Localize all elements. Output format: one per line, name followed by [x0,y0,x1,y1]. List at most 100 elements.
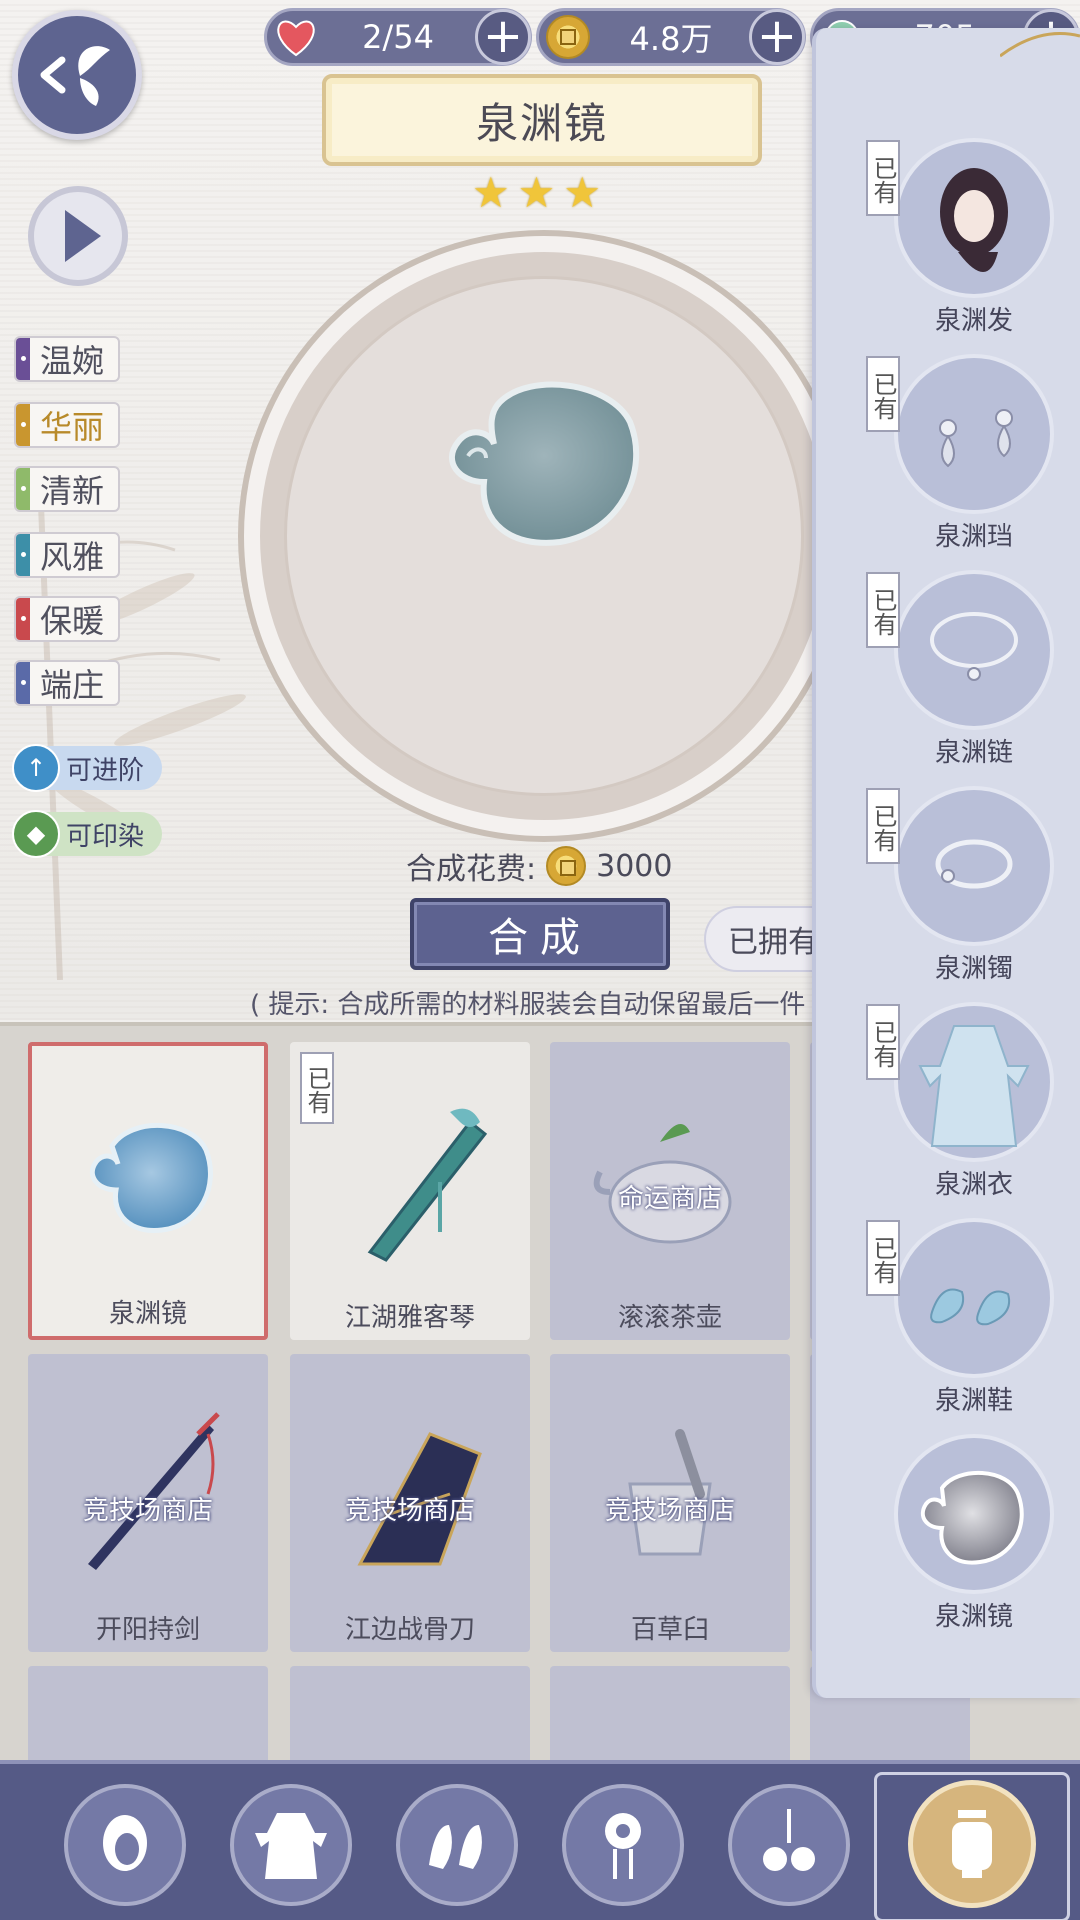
coins-value: 4.8万 [629,20,713,58]
owned-tag: 已有 [300,1052,334,1124]
owned-tag: 已有 [866,788,900,864]
tag-huali[interactable]: 华丽 [14,402,120,448]
corner-ornament-icon [1000,32,1080,58]
star-icon: ★ [517,168,556,217]
hairpin-nav-icon [605,1813,641,1879]
play-icon [65,210,101,262]
nav-clothing[interactable] [230,1784,352,1906]
back-button[interactable] [12,10,142,140]
coin-icon [543,12,593,62]
lantern-nav-icon [952,1810,992,1878]
teapot-icon [593,1124,732,1244]
set-item-shoes[interactable]: 已有 泉渊鞋 [866,1218,1054,1428]
add-coins-button[interactable]: + [749,9,805,65]
owned-tag: 已有 [866,1004,900,1080]
coin-icon [546,846,587,886]
mirror-icon [920,1470,1024,1565]
grid-item[interactable]: 命运商店 滚滚茶壶 [550,1042,790,1340]
dye-icon: ◆ [12,810,60,858]
shoes-icon [930,1288,1010,1326]
nav-hair[interactable] [64,1784,186,1906]
set-item-necklace[interactable]: 已有 泉渊链 [866,570,1054,780]
set-item-name: 泉渊发 [934,306,1013,336]
bottom-category-nav [0,1760,1080,1920]
owned-tag: 已有 [866,572,900,648]
tag-qingxin[interactable]: 清新 [14,466,120,512]
nav-shoes[interactable] [396,1784,518,1906]
synthesize-button[interactable]: 合成 [410,898,670,970]
set-item-name: 泉渊链 [934,738,1013,768]
set-item-name: 泉渊镜 [934,1602,1013,1632]
yarn-icon: ↑ [12,744,60,792]
nav-hairpin[interactable] [562,1784,684,1906]
shop-source-label: 竞技场商店 [604,1496,735,1526]
hearts-counter: 2/54 + [264,8,532,66]
grid-item-name: 百草臼 [630,1615,709,1645]
set-item-dress[interactable]: 已有 泉渊衣 [866,1002,1054,1212]
shop-source-label: 竞技场商店 [82,1496,213,1526]
set-item-name: 泉渊衣 [934,1170,1013,1200]
grid-item-partial[interactable] [550,1666,790,1766]
set-item-name: 泉渊镯 [934,954,1013,984]
sword-icon [88,1412,220,1570]
grid-item-partial[interactable] [28,1666,268,1766]
item-title: 泉渊镜 [322,74,762,166]
nav-lantern-active[interactable] [908,1780,1036,1908]
shop-source-label: 竞技场商店 [344,1496,475,1526]
mirror-preview-icon [449,381,640,546]
set-item-name: 泉渊鞋 [934,1386,1013,1416]
hair-icon [940,168,1008,272]
butterfly-back-icon [40,46,110,106]
synthesis-hint: ( 提示: 合成所需的材料服装会自动保留最后一件 ) [250,990,824,1020]
grid-item-name: 滚滚茶壶 [617,1303,722,1333]
star-icon: ★ [472,168,510,217]
mirror-icon [89,1123,213,1233]
star-icon: ★ [563,168,601,217]
set-item-earrings[interactable]: 已有 泉渊珰 [866,354,1054,564]
dress-icon [918,1025,1030,1147]
guqin-icon [367,1108,488,1262]
grid-item[interactable]: 已有 江湖雅客琴 [290,1042,530,1340]
set-items-panel: 已有 泉渊发 已有 泉渊珰 已有 泉渊链 已有 泉渊镯 已有 泉渊衣 已有 泉渊… [812,28,1080,1698]
owned-tag: 已有 [866,356,900,432]
heart-icon [271,12,321,62]
set-item-name: 泉渊珰 [934,522,1013,552]
synthesis-cost: 合成花费: 3000 [406,844,672,888]
nav-accessory[interactable] [728,1784,850,1906]
grid-item[interactable]: 竞技场商店 百草臼 [550,1354,790,1652]
tag-baonuan[interactable]: 保暖 [14,596,120,642]
tag-wenwan[interactable]: 温婉 [14,336,120,382]
grid-item-name: 江湖雅客琴 [344,1303,475,1333]
grid-item[interactable]: 竞技场商店 江边战骨刀 [290,1354,530,1652]
shoes-nav-icon [429,1825,482,1869]
dye-button[interactable]: ◆ 可印染 [12,810,162,858]
accessory-nav-icon [763,1809,815,1871]
play-preview-button[interactable] [28,186,128,286]
advance-button[interactable]: ↑ 可进阶 [12,744,162,792]
grid-item[interactable]: 泉渊镜 [28,1042,268,1340]
clothing-nav-icon [255,1813,327,1879]
hearts-value: 2/54 [362,18,434,56]
add-hearts-button[interactable]: + [475,9,531,65]
grid-item[interactable]: 竞技场商店 开阳持剑 [28,1354,268,1652]
shop-source-label: 命运商店 [617,1184,722,1214]
necklace-icon [930,612,1018,681]
grid-item-name: 开阳持剑 [95,1615,200,1645]
mortar-icon [628,1429,712,1556]
set-item-mirror[interactable]: 泉渊镜 [866,1434,1054,1644]
grid-item-partial[interactable] [290,1666,530,1766]
earrings-icon [939,409,1013,468]
owned-tag: 已有 [866,1220,900,1296]
bone-blade-icon [357,1432,482,1566]
grid-item-name: 江边战骨刀 [344,1615,475,1645]
bracelet-icon [935,839,1013,889]
hair-nav-icon [103,1815,147,1871]
tag-fengya[interactable]: 风雅 [14,532,120,578]
owned-tag: 已有 [866,140,900,216]
star-rating: ★ ★ ★ [472,172,601,214]
set-item-hair[interactable]: 已有 泉渊发 [866,138,1054,348]
tag-duanzhuang[interactable]: 端庄 [14,660,120,706]
coins-counter: 4.8万 + [536,8,806,66]
grid-item-name: 泉渊镜 [108,1299,187,1329]
set-item-bracelet[interactable]: 已有 泉渊镯 [866,786,1054,996]
